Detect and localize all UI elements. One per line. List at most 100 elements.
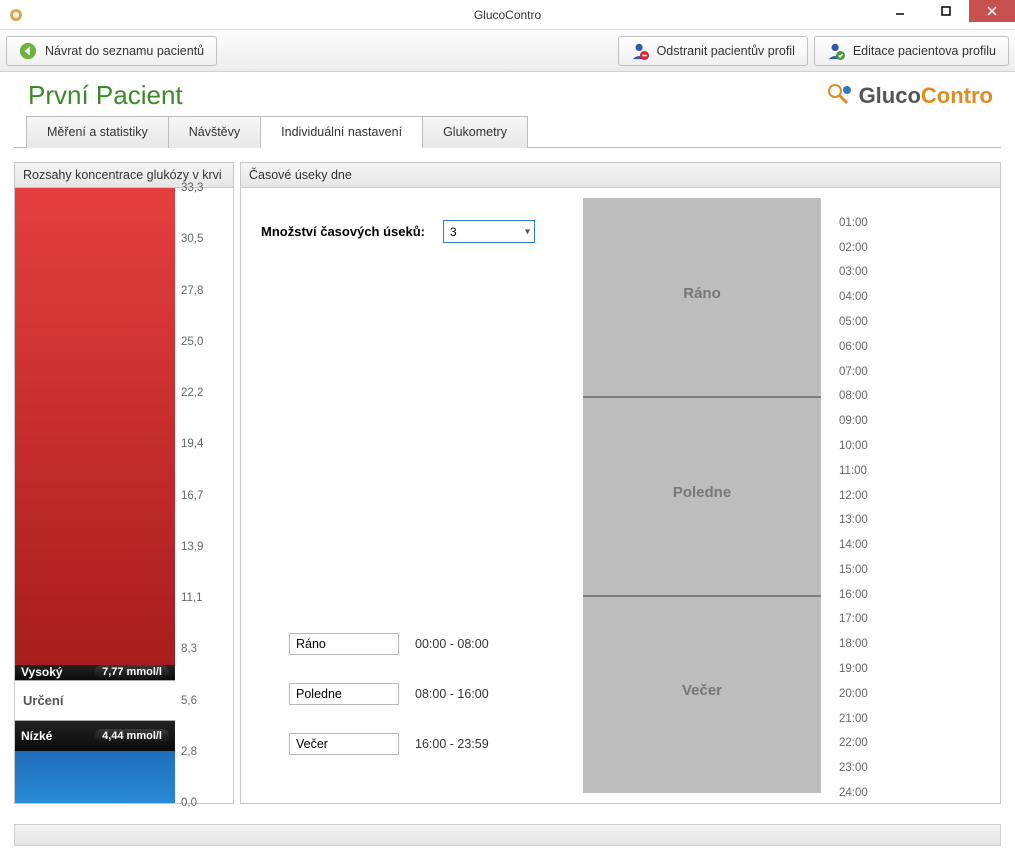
hour-tick: 02:00 xyxy=(839,242,868,254)
brand-text-2: Contro xyxy=(921,83,993,108)
scale-tick: 19,4 xyxy=(181,438,203,450)
hour-tick: 08:00 xyxy=(839,390,868,402)
range-mid-segment: Určení xyxy=(15,680,175,721)
period-name-input[interactable] xyxy=(289,633,399,655)
period-count-row: Množství časových úseků: 3 ▾ xyxy=(257,220,567,243)
hour-tick: 07:00 xyxy=(839,366,868,378)
back-button[interactable]: Návrat do seznamu pacientů xyxy=(6,36,217,66)
remove-profile-button[interactable]: Odstranit pacientův profil xyxy=(618,36,808,66)
hour-tick: 16:00 xyxy=(839,589,868,601)
range-scale: 33,330,527,825,022,219,416,713,911,18,35… xyxy=(177,188,227,803)
window-controls xyxy=(877,0,1015,22)
glucose-range-chart: Vysoký 7,77 mmol/l Určení Nízké 4,44 mmo… xyxy=(15,188,233,803)
hour-tick: 14:00 xyxy=(839,539,868,551)
hour-tick: 22:00 xyxy=(839,737,868,749)
hour-tick: 21:00 xyxy=(839,713,868,725)
tab-individual-settings[interactable]: Individuální nastavení xyxy=(260,116,423,148)
hour-tick: 01:00 xyxy=(839,217,868,229)
header: První Pacient GlucoContro xyxy=(0,72,1015,115)
scale-tick: 13,9 xyxy=(181,541,203,553)
range-high-segment xyxy=(15,188,175,665)
range-low-handle[interactable]: Nízké 4,44 mmol/l xyxy=(15,721,175,751)
day-segment-label: Poledne xyxy=(583,484,821,501)
tab-strip: Měření a statistiky Návštěvy Individuáln… xyxy=(0,116,1015,148)
range-color-column[interactable]: Vysoký 7,77 mmol/l Určení Nízké 4,44 mmo… xyxy=(15,188,175,803)
hour-tick: 11:00 xyxy=(839,465,867,477)
arrow-left-circle-icon xyxy=(19,42,37,60)
tab-glucometers[interactable]: Glukometry xyxy=(422,116,528,148)
hour-tick: 15:00 xyxy=(839,564,868,576)
window-titlebar: GlucoContro xyxy=(0,0,1015,30)
edit-profile-label: Editace pacientova profilu xyxy=(853,44,996,58)
hour-tick: 09:00 xyxy=(839,415,868,427)
hours-scale: 01:00 02:00 03:00 04:00 05:00 06:00 07:00 08:00… xyxy=(821,198,883,793)
day-divider[interactable] xyxy=(583,595,821,597)
user-edit-icon xyxy=(827,42,845,60)
hour-tick: 20:00 xyxy=(839,688,868,700)
range-high-handle[interactable]: Vysoký 7,77 mmol/l xyxy=(15,665,175,680)
content-area: Rozsahy koncentrace glukózy v krvi Vysok… xyxy=(0,148,1015,818)
scale-tick: 8,3 xyxy=(181,643,197,655)
hour-tick: 23:00 xyxy=(839,762,868,774)
time-periods-body: Množství časových úseků: 3 ▾ 00:00 - 08:… xyxy=(241,188,1000,803)
scale-tick: 22,2 xyxy=(181,387,203,399)
time-periods-panel: Časové úseky dne Množství časových úseků… xyxy=(240,162,1001,804)
hour-tick: 19:00 xyxy=(839,663,868,675)
day-segment-label: Ráno xyxy=(583,285,821,302)
period-range-label: 16:00 - 23:59 xyxy=(415,737,489,751)
chevron-down-icon: ▾ xyxy=(525,226,530,237)
app-icon xyxy=(8,7,24,23)
scale-tick: 16,7 xyxy=(181,490,203,502)
range-high-value: 7,77 mmol/l xyxy=(95,665,169,679)
edit-profile-button[interactable]: Editace pacientova profilu xyxy=(814,36,1009,66)
hour-tick: 10:00 xyxy=(839,440,868,452)
period-row: 00:00 - 08:00 xyxy=(289,633,567,655)
hour-tick: 03:00 xyxy=(839,266,868,278)
day-segment-label: Večer xyxy=(583,682,821,699)
time-periods-title: Časové úseky dne xyxy=(241,163,1000,188)
user-remove-icon xyxy=(631,42,649,60)
maximize-button[interactable] xyxy=(923,0,969,22)
period-count-combo[interactable]: 3 ▾ xyxy=(443,220,535,243)
tab-visits[interactable]: Návštěvy xyxy=(168,116,261,148)
timeline-column: Ráno Poledne Večer 01:00 02:00 03:00 04:00 05:… xyxy=(583,198,984,793)
hour-tick: 06:00 xyxy=(839,341,868,353)
period-range-label: 08:00 - 16:00 xyxy=(415,687,489,701)
scale-tick: 5,6 xyxy=(181,695,197,707)
period-name-input[interactable] xyxy=(289,683,399,705)
minimize-button[interactable] xyxy=(877,0,923,22)
scale-tick: 33,3 xyxy=(181,182,203,194)
close-button[interactable] xyxy=(969,0,1015,22)
toolbar: Návrat do seznamu pacientů Odstranit pac… xyxy=(0,30,1015,72)
period-name-input[interactable] xyxy=(289,733,399,755)
patient-name: První Pacient xyxy=(28,80,183,111)
period-count-label: Množství časových úseků: xyxy=(261,224,425,239)
hour-tick: 04:00 xyxy=(839,291,868,303)
scale-tick: 0,0 xyxy=(181,797,197,809)
period-inputs: 00:00 - 08:00 08:00 - 16:00 16:00 - 23:59 xyxy=(257,605,567,783)
brand-logo: GlucoContro xyxy=(827,83,993,109)
hour-tick: 17:00 xyxy=(839,613,868,625)
period-range-label: 00:00 - 08:00 xyxy=(415,637,489,651)
brand-text-1: Gluco xyxy=(859,83,921,108)
scale-tick: 30,5 xyxy=(181,233,203,245)
day-bar[interactable]: Ráno Poledne Večer xyxy=(583,198,821,793)
periods-config-column: Množství časových úseků: 3 ▾ 00:00 - 08:… xyxy=(257,198,567,793)
hour-tick: 24:00 xyxy=(839,787,868,799)
period-row: 08:00 - 16:00 xyxy=(289,683,567,705)
hour-tick: 18:00 xyxy=(839,638,868,650)
scale-tick: 25,0 xyxy=(181,336,203,348)
back-button-label: Návrat do seznamu pacientů xyxy=(45,44,204,58)
scale-tick: 2,8 xyxy=(181,746,197,758)
period-count-value: 3 xyxy=(450,225,457,239)
status-bar xyxy=(14,824,1001,846)
day-divider[interactable] xyxy=(583,396,821,398)
hour-tick: 12:00 xyxy=(839,490,868,502)
range-high-label: Vysoký xyxy=(21,665,63,679)
hour-tick: 05:00 xyxy=(839,316,868,328)
glucose-ranges-panel: Rozsahy koncentrace glukózy v krvi Vysok… xyxy=(14,162,234,804)
brand-icon xyxy=(827,83,853,109)
tab-measurements[interactable]: Měření a statistiky xyxy=(26,116,169,148)
range-mid-label: Určení xyxy=(23,693,63,708)
range-low-label: Nízké xyxy=(21,729,52,743)
